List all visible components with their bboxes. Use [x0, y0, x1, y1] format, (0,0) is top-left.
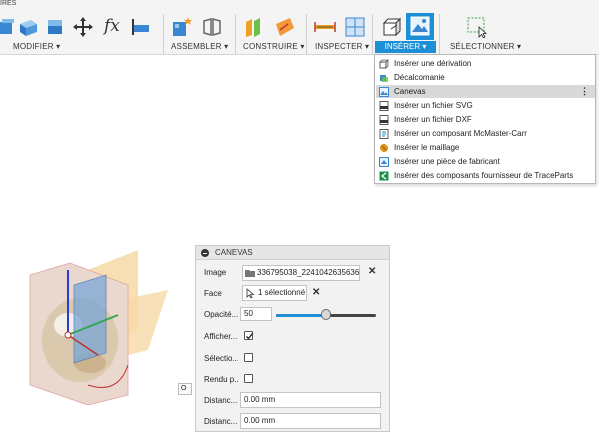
- menu-item-insert-mcmaster[interactable]: Insérer un composant McMaster-Carr: [376, 127, 595, 140]
- distance-2-input[interactable]: 0.00 mm: [240, 413, 381, 429]
- align-icon[interactable]: [130, 16, 152, 38]
- decal-icon: [380, 75, 388, 82]
- menu-item-label: Décalcomanie: [394, 73, 445, 82]
- menu-item-insert-dxf[interactable]: Insérer un fichier DXF: [376, 113, 595, 126]
- clear-face-icon[interactable]: ✕: [312, 287, 320, 298]
- select-menu[interactable]: SÉLECTIONNER ▾: [450, 42, 521, 51]
- render-label: Rendu p...: [204, 375, 238, 384]
- joint-icon[interactable]: [201, 16, 223, 38]
- face-select-button[interactable]: 1 sélectionné: [242, 285, 307, 301]
- face-selection-count: 1 sélectionné: [258, 288, 306, 297]
- menu-item-label: Insérer des composants fournisseur de Tr…: [394, 171, 574, 180]
- separator: [372, 14, 373, 54]
- derive-icon: [379, 59, 389, 69]
- distance-1-input[interactable]: 0.00 mm: [240, 392, 381, 408]
- insert-dropdown: Insérer une dérivation Décalcomanie Cane…: [374, 54, 596, 184]
- menu-item-canvas[interactable]: Canevas ⋮: [376, 85, 595, 98]
- face-label: Face: [204, 289, 222, 298]
- shell-icon[interactable]: [45, 16, 67, 38]
- menu-item-label: Insérer le maillage: [394, 143, 460, 152]
- menu-item-label: Insérer une dérivation: [394, 59, 472, 68]
- canvas-icon: [379, 87, 389, 97]
- new-component-icon[interactable]: [171, 16, 193, 38]
- more-options-icon[interactable]: ⋮: [580, 85, 589, 98]
- mcmaster-icon: [379, 129, 389, 139]
- separator: [163, 14, 164, 54]
- menu-item-label: Insérer un fichier SVG: [394, 101, 473, 110]
- offset-plane-icon[interactable]: [244, 16, 266, 38]
- inspect-menu[interactable]: INSPECTER ▾: [315, 42, 369, 51]
- measure-icon[interactable]: [314, 16, 336, 38]
- show-checkbox[interactable]: [244, 331, 254, 340]
- mesh-icon: [380, 144, 388, 152]
- folder-icon: [245, 270, 255, 277]
- opacity-label: Opacité...: [204, 310, 238, 319]
- menu-item-insert-manufacturer-part[interactable]: Insérer une pièce de fabricant: [376, 155, 595, 168]
- opacity-input[interactable]: 50: [240, 307, 272, 321]
- window-select-icon[interactable]: [466, 16, 488, 38]
- checkmark-icon: [246, 333, 254, 340]
- image-file-name: 336795038_2241042635636...: [257, 268, 360, 277]
- toolbar-top-fragment: IRES: [0, 0, 17, 7]
- show-label: Afficher...: [204, 332, 238, 341]
- manufacturer-part-icon: [379, 157, 389, 167]
- menu-item-label: Insérer un composant McMaster-Carr: [394, 129, 527, 138]
- menu-item-decal[interactable]: Décalcomanie: [376, 71, 595, 84]
- fillet-icon[interactable]: [17, 16, 39, 38]
- select-label: Sélectio...: [204, 354, 238, 363]
- traceparts-icon: [379, 171, 389, 181]
- move-icon[interactable]: [72, 16, 94, 38]
- clear-image-icon[interactable]: ✕: [368, 266, 376, 277]
- construct-menu[interactable]: CONSTRUIRE ▾: [243, 42, 305, 51]
- dxf-file-icon: [379, 115, 389, 125]
- menu-item-label: Insérer un fichier DXF: [394, 115, 472, 124]
- insert-menu[interactable]: INSÉRER ▾: [375, 41, 436, 53]
- menu-item-insert-traceparts[interactable]: Insérer des composants fournisseur de Tr…: [376, 169, 595, 182]
- menu-item-label: Canevas: [394, 87, 426, 96]
- origin-point[interactable]: [64, 331, 72, 339]
- canvas-icon: [410, 16, 430, 36]
- insert-derive-icon[interactable]: [381, 16, 403, 38]
- image-label: Image: [204, 268, 227, 277]
- separator: [235, 14, 236, 54]
- assemble-menu[interactable]: ASSEMBLER ▾: [171, 42, 228, 51]
- collapse-icon[interactable]: [201, 249, 209, 257]
- parameters-icon[interactable]: fx: [104, 16, 120, 36]
- selectable-checkbox[interactable]: [244, 353, 253, 362]
- distance-2-label: Distanc...: [204, 417, 238, 426]
- distance-1-label: Distanc...: [204, 396, 238, 405]
- image-select-field[interactable]: 336795038_2241042635636...: [242, 265, 360, 281]
- panel-header: CANEVAS: [196, 246, 389, 260]
- canvas-panel: CANEVAS Image 336795038_2241042635636...…: [195, 245, 390, 432]
- render-checkbox[interactable]: [244, 374, 253, 383]
- menu-item-insert-svg[interactable]: Insérer un fichier SVG: [376, 99, 595, 112]
- separator: [439, 14, 440, 54]
- opacity-slider-fill: [276, 314, 326, 317]
- canvas-tool-button[interactable]: [406, 13, 434, 40]
- panel-title: CANEVAS: [215, 248, 253, 257]
- menu-item-label: Insérer une pièce de fabricant: [394, 157, 500, 166]
- separator: [306, 14, 307, 54]
- viewport-control[interactable]: O: [178, 383, 192, 395]
- modify-menu[interactable]: MODIFIER ▾: [13, 42, 60, 51]
- viewport-model[interactable]: [28, 245, 168, 405]
- menu-item-insert-derive[interactable]: Insérer une dérivation: [376, 57, 595, 70]
- svg-file-icon: [379, 101, 389, 111]
- opacity-slider-thumb[interactable]: [321, 309, 331, 320]
- plane-at-angle-icon[interactable]: [274, 16, 296, 38]
- toolbar: IRES fx MODIFIER ▾ ASSEMBLER ▾ CONSTRUIR…: [0, 0, 599, 55]
- section-analysis-icon[interactable]: [344, 16, 366, 38]
- cursor-icon: [246, 288, 255, 299]
- menu-item-insert-mesh[interactable]: Insérer le maillage: [376, 141, 595, 154]
